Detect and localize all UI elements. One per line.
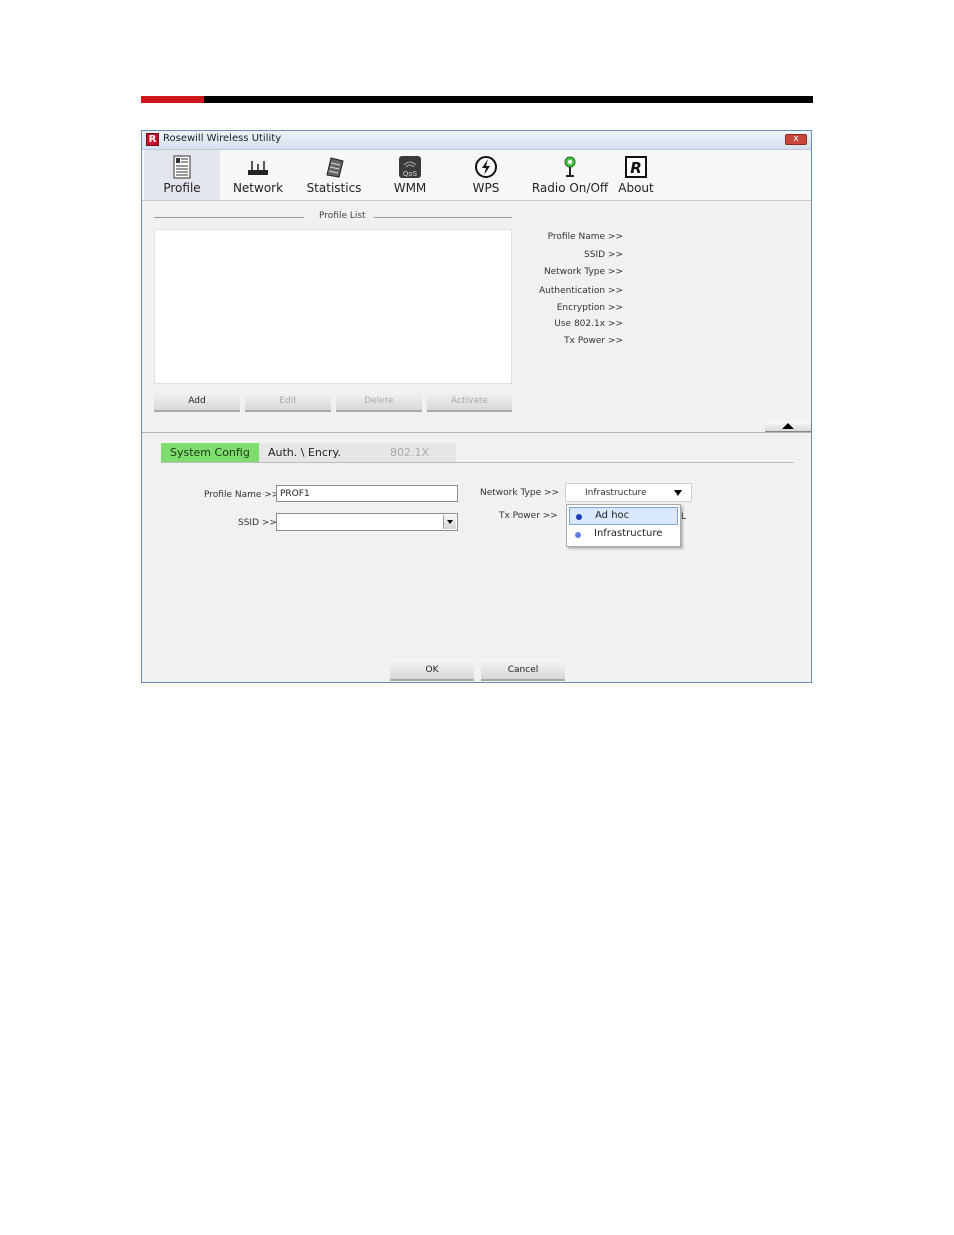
tx-power-value-fragment: L — [681, 512, 687, 522]
activate-button[interactable]: Activate — [427, 390, 512, 412]
option-label: Infrastructure — [594, 528, 663, 539]
network-type-label: Network Type >> — [480, 488, 560, 498]
profile-name-label: Profile Name >> — [204, 490, 280, 500]
svg-text:QoS: QoS — [403, 170, 418, 178]
info-tx-power-label: Tx Power >> — [564, 336, 623, 346]
option-label: Ad hoc — [595, 510, 630, 521]
edit-button[interactable]: Edit — [245, 390, 331, 412]
cancel-button[interactable]: Cancel — [481, 659, 565, 681]
bullet-icon — [575, 532, 581, 538]
ssid-combobox[interactable] — [276, 513, 458, 531]
option-ad-hoc[interactable]: Ad hoc — [569, 507, 678, 525]
toolbar-label: Statistics — [306, 181, 362, 195]
toolbar-wmm[interactable]: QoS WMM — [372, 150, 448, 200]
divider — [154, 217, 304, 218]
divider — [374, 217, 512, 218]
ssid-label: SSID >> — [238, 518, 277, 528]
profile-list-header: Profile List — [154, 211, 512, 223]
arrow-up-icon — [782, 423, 794, 429]
tab-8021x[interactable]: 802.1X — [376, 443, 456, 462]
toolbar-label: WMM — [393, 181, 427, 195]
option-infrastructure[interactable]: Infrastructure — [569, 526, 678, 544]
router-icon — [248, 161, 268, 175]
info-profile-name-label: Profile Name >> — [547, 232, 623, 242]
tx-power-label: Tx Power >> — [499, 511, 558, 521]
profile-list[interactable] — [154, 229, 512, 384]
page-header-rule — [141, 96, 813, 103]
toolbar-statistics[interactable]: Statistics — [296, 150, 372, 200]
profile-icon — [173, 155, 191, 179]
info-8021x-label: Use 802.1x >> — [554, 319, 623, 329]
info-ssid-label: SSID >> — [584, 250, 623, 260]
chevron-down-icon — [447, 520, 453, 524]
wps-icon — [475, 156, 497, 178]
toolbar-label: About — [618, 181, 654, 195]
qos-icon: QoS — [399, 156, 421, 178]
toolbar-label: Profile — [163, 181, 201, 195]
profile-name-input[interactable] — [276, 485, 458, 502]
title-bar[interactable]: R Rosewill Wireless Utility x — [142, 131, 811, 150]
app-window: R Rosewill Wireless Utility x Profile Ne… — [141, 130, 812, 683]
info-authentication-label: Authentication >> — [538, 286, 623, 296]
ok-button[interactable]: OK — [390, 659, 474, 681]
main-toolbar: Profile Network Statistics QoS WMM WPS R… — [142, 150, 811, 201]
divider — [161, 462, 794, 463]
network-type-dropdown: Ad hoc Infrastructure — [566, 504, 681, 547]
info-network-type-label: Network Type >> — [543, 267, 623, 277]
toolbar-wps[interactable]: WPS — [448, 150, 524, 200]
window-title: Rosewill Wireless Utility — [163, 133, 282, 144]
app-logo-icon: R — [146, 133, 159, 146]
chevron-down-icon — [674, 490, 682, 496]
network-type-value: Infrastructure — [585, 488, 647, 498]
rosewill-logo-icon: R — [625, 156, 647, 178]
toolbar-label: Network — [232, 181, 284, 195]
network-type-select[interactable]: Infrastructure — [565, 483, 692, 502]
panel-splitter[interactable] — [142, 432, 811, 433]
tab-system-config[interactable]: System Config — [161, 443, 259, 462]
ssid-dropdown-button[interactable] — [443, 515, 456, 529]
profile-list-title: Profile List — [319, 211, 366, 221]
toolbar-label: WPS — [472, 181, 500, 195]
statistics-icon — [326, 157, 344, 178]
collapse-panel-button[interactable] — [765, 421, 811, 432]
info-encryption-label: Encryption >> — [556, 303, 623, 313]
delete-button[interactable]: Delete — [336, 390, 422, 412]
svg-text:R: R — [630, 159, 642, 177]
toolbar-network[interactable]: Network — [220, 150, 296, 200]
bullet-icon — [576, 514, 582, 520]
toolbar-about[interactable]: R About — [598, 150, 674, 200]
add-button[interactable]: Add — [154, 390, 240, 412]
antenna-icon — [564, 156, 576, 177]
toolbar-profile[interactable]: Profile — [144, 150, 220, 200]
page-header-accent — [141, 96, 204, 103]
close-button[interactable]: x — [785, 134, 807, 145]
tab-auth-encry[interactable]: Auth. \ Encry. — [259, 443, 376, 462]
